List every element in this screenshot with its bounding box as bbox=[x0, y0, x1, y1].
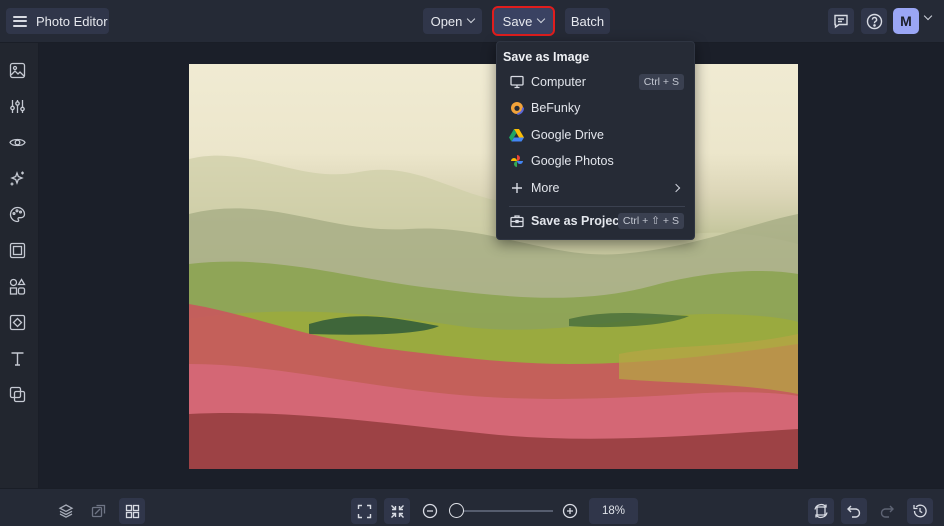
expand-icon bbox=[357, 504, 371, 518]
computer-shortcut: Ctrl + S bbox=[638, 74, 684, 90]
left-toolbar bbox=[0, 43, 39, 488]
sparkles-icon[interactable] bbox=[7, 168, 27, 188]
edited-photo[interactable] bbox=[189, 64, 798, 469]
save-as-image-header: Save as Image bbox=[503, 50, 590, 64]
computer-label: Computer bbox=[531, 75, 586, 89]
save-befunky-item[interactable]: BeFunky bbox=[497, 95, 696, 121]
befunky-label: BeFunky bbox=[531, 101, 581, 115]
question-icon bbox=[866, 13, 882, 29]
google-photos-icon bbox=[509, 153, 524, 168]
menu-divider bbox=[509, 206, 685, 207]
open-button-label: Open bbox=[430, 13, 463, 29]
briefcase-icon bbox=[509, 213, 524, 228]
save-button-label: Save bbox=[502, 13, 533, 29]
text-icon[interactable] bbox=[7, 348, 27, 368]
save-button[interactable]: Save bbox=[492, 6, 555, 36]
redo-button[interactable] bbox=[874, 498, 900, 524]
google-photos-label: Google Photos bbox=[531, 154, 614, 168]
fit-to-screen-button[interactable] bbox=[351, 498, 377, 524]
zoom-out-button[interactable] bbox=[417, 498, 443, 524]
avatar-initial: M bbox=[900, 13, 912, 29]
save-as-project-item[interactable]: Save as Project Ctrl + ⇧ + S bbox=[497, 208, 696, 234]
grid-view-button[interactable] bbox=[119, 498, 145, 524]
overlay-icon[interactable] bbox=[7, 384, 27, 404]
zoom-in-button[interactable] bbox=[557, 498, 583, 524]
sliders-icon[interactable] bbox=[7, 96, 27, 116]
google-drive-icon bbox=[509, 127, 524, 142]
main-menu-button[interactable]: Photo Editor bbox=[6, 8, 109, 34]
zoom-level-field[interactable]: 18% bbox=[589, 498, 638, 524]
frame-icon[interactable] bbox=[7, 240, 27, 260]
app-title: Photo Editor bbox=[36, 13, 108, 29]
chevron-down-icon bbox=[467, 14, 476, 24]
rotate-button[interactable] bbox=[808, 498, 834, 524]
top-bar: Photo Editor Open Save Batch M bbox=[0, 0, 944, 43]
layers-button[interactable] bbox=[53, 498, 79, 524]
avatar[interactable]: M bbox=[893, 8, 919, 34]
plus-icon bbox=[509, 180, 524, 195]
save-as-project-shortcut: Ctrl + ⇧ + S bbox=[617, 213, 684, 229]
image-icon[interactable] bbox=[7, 60, 27, 80]
compare-icon bbox=[91, 504, 106, 518]
compare-button[interactable] bbox=[86, 498, 112, 524]
befunky-logo-icon bbox=[509, 100, 524, 115]
save-more-item[interactable]: More bbox=[497, 175, 696, 201]
zoom-slider-thumb[interactable] bbox=[449, 503, 464, 518]
account-chevron-down-icon[interactable] bbox=[923, 11, 933, 21]
help-button[interactable] bbox=[861, 8, 887, 34]
zoom-in-icon bbox=[562, 503, 578, 519]
hamburger-menu-icon bbox=[13, 15, 27, 27]
comments-button[interactable] bbox=[828, 8, 854, 34]
texture-icon[interactable] bbox=[7, 312, 27, 332]
chevron-down-icon bbox=[537, 14, 546, 24]
history-icon bbox=[913, 504, 927, 518]
shrink-icon bbox=[390, 504, 404, 518]
save-computer-item[interactable]: Computer Ctrl + S bbox=[497, 69, 696, 95]
history-button[interactable] bbox=[907, 498, 933, 524]
eye-icon[interactable] bbox=[7, 132, 27, 152]
save-menu: Save as Image Computer Ctrl + S BeFunky … bbox=[496, 41, 695, 240]
undo-icon bbox=[847, 505, 861, 518]
open-button[interactable]: Open bbox=[423, 8, 482, 34]
monitor-icon bbox=[509, 74, 524, 89]
shapes-icon[interactable] bbox=[7, 276, 27, 296]
save-google-photos-item[interactable]: Google Photos bbox=[497, 148, 696, 174]
chat-icon bbox=[834, 14, 848, 29]
batch-button[interactable]: Batch bbox=[565, 8, 610, 34]
google-drive-label: Google Drive bbox=[531, 128, 604, 142]
redo-icon bbox=[880, 505, 894, 518]
batch-button-label: Batch bbox=[570, 13, 605, 29]
chevron-right-icon bbox=[671, 183, 681, 193]
actual-size-button[interactable] bbox=[384, 498, 410, 524]
palette-icon[interactable] bbox=[7, 204, 27, 224]
bottom-bar: 18% bbox=[0, 488, 944, 526]
zoom-slider-track[interactable] bbox=[450, 510, 553, 512]
zoom-level-text: 18% bbox=[601, 505, 626, 517]
layers-icon bbox=[58, 504, 74, 518]
save-google-drive-item[interactable]: Google Drive bbox=[497, 122, 696, 148]
undo-button[interactable] bbox=[841, 498, 867, 524]
refresh-icon bbox=[814, 503, 828, 519]
grid-icon bbox=[125, 504, 139, 518]
zoom-out-icon bbox=[422, 503, 438, 519]
save-as-project-label: Save as Project bbox=[531, 214, 624, 228]
more-label: More bbox=[531, 181, 560, 195]
